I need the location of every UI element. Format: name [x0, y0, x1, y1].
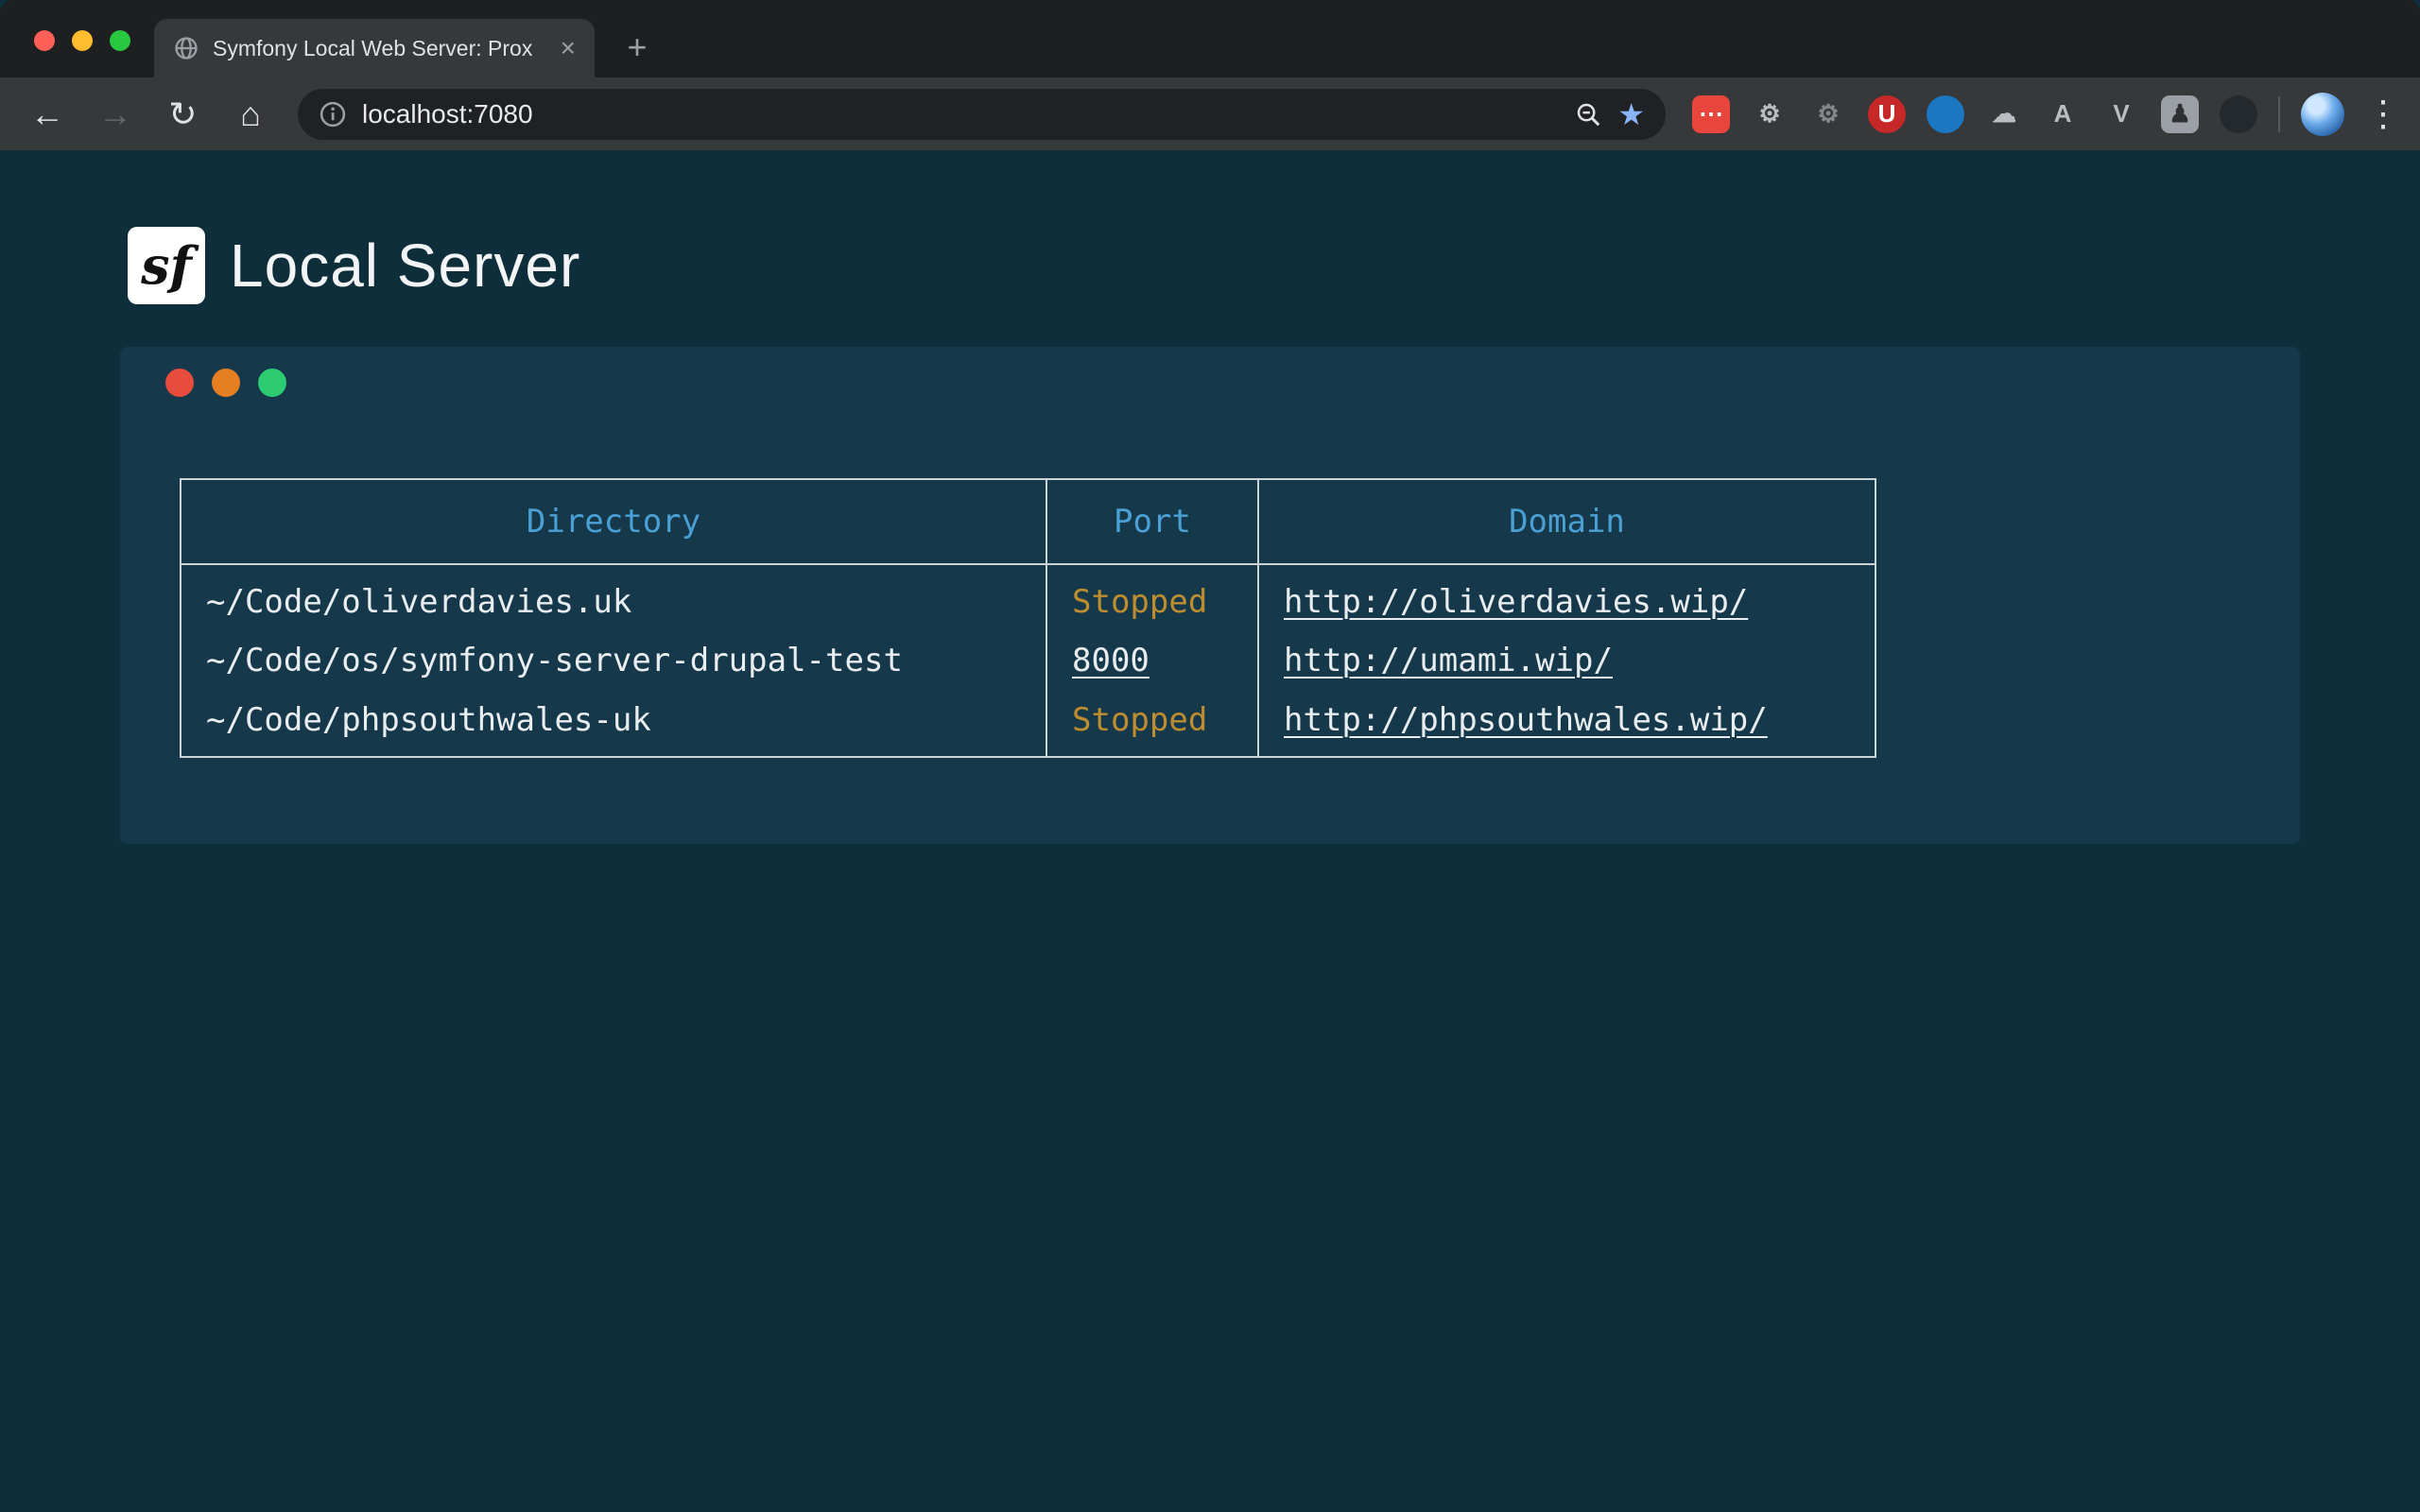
- window-controls: [34, 30, 130, 51]
- symfony-logo: sf: [128, 227, 205, 304]
- window-minimize-button[interactable]: [72, 30, 93, 51]
- extension-gear[interactable]: ⚙: [1751, 95, 1789, 133]
- home-icon[interactable]: ⌂: [230, 94, 271, 134]
- extensions-bar: ⋯ ⚙ ⚙ U ☁ AV ♟: [1692, 95, 2257, 133]
- new-tab-button[interactable]: +: [616, 26, 658, 68]
- column-header-domain: Domain: [1258, 479, 1876, 564]
- browser-window: Symfony Local Web Server: Prox × + ← → ↻…: [0, 0, 2420, 1512]
- extension-v-badge[interactable]: V: [2102, 95, 2140, 133]
- page-info-icon[interactable]: [319, 100, 347, 129]
- column-header-port: Port: [1046, 479, 1258, 564]
- domain-link[interactable]: http://umami.wip/: [1284, 642, 1613, 679]
- extension-cloud[interactable]: ☁: [1985, 95, 2023, 133]
- tab-strip: Symfony Local Web Server: Prox × +: [0, 0, 2420, 77]
- brand-header: sf Local Server: [128, 227, 2420, 304]
- panel-dot-orange: [212, 369, 240, 397]
- extension-ublock[interactable]: U: [1868, 95, 1906, 133]
- domain-link[interactable]: http://phpsouthwales.wip/: [1284, 701, 1768, 739]
- tab-close-icon[interactable]: ×: [561, 35, 576, 61]
- extension-a-badge[interactable]: A: [2044, 95, 2082, 133]
- globe-favicon-icon: [173, 35, 199, 61]
- profile-avatar[interactable]: [2301, 93, 2344, 136]
- port-status-cell: Stopped: [1046, 693, 1258, 757]
- page-content: sf Local Server Directory Port Domain: [0, 150, 2420, 844]
- extension-github[interactable]: [2220, 95, 2257, 133]
- extension-red-dots[interactable]: ⋯: [1692, 95, 1730, 133]
- table-row: ~/Code/os/symfony-server-drupal-test 800…: [181, 628, 1876, 693]
- extension-pawn-tile[interactable]: ♟: [2161, 95, 2199, 133]
- terminal-dots: [165, 369, 286, 397]
- directory-cell: ~/Code/os/symfony-server-drupal-test: [181, 628, 1046, 693]
- directory-cell: ~/Code/oliverdavies.uk: [181, 564, 1046, 628]
- toolbar-separator: [2278, 96, 2280, 132]
- url-text[interactable]: localhost:7080: [362, 99, 1559, 129]
- reload-icon[interactable]: ↻: [163, 94, 204, 134]
- page-title: Local Server: [230, 231, 580, 301]
- extension-cog-dark[interactable]: ⚙: [1809, 95, 1847, 133]
- tab-title: Symfony Local Web Server: Prox: [213, 36, 547, 61]
- port-link[interactable]: 8000: [1072, 642, 1150, 679]
- domain-link[interactable]: http://oliverdavies.wip/: [1284, 583, 1748, 621]
- address-bar[interactable]: localhost:7080 ★: [298, 89, 1666, 140]
- browser-tab[interactable]: Symfony Local Web Server: Prox ×: [154, 19, 595, 77]
- table-row: ~/Code/oliverdavies.uk Stopped http://ol…: [181, 564, 1876, 628]
- forward-icon[interactable]: →: [95, 94, 136, 134]
- toolbar-right-cluster: ⋯ ⚙ ⚙ U ☁ AV ♟ ⋮: [1692, 93, 2394, 136]
- window-zoom-button[interactable]: [110, 30, 130, 51]
- zoom-indicator-icon[interactable]: [1574, 100, 1602, 129]
- table-header-row: Directory Port Domain: [181, 479, 1876, 564]
- bookmark-star-icon[interactable]: ★: [1617, 99, 1645, 129]
- extension-blue-circle[interactable]: [1927, 95, 1964, 133]
- back-icon[interactable]: ←: [26, 94, 68, 134]
- port-status-cell: Stopped: [1046, 564, 1258, 628]
- server-panel: Directory Port Domain ~/Code/oliverdavie…: [120, 347, 2300, 844]
- servers-table: Directory Port Domain ~/Code/oliverdavie…: [180, 478, 1876, 758]
- browser-toolbar: ← → ↻ ⌂ localhost:7080 ★ ⋯ ⚙ ⚙ U ☁ AV ♟ ⋮: [0, 77, 2420, 150]
- column-header-directory: Directory: [181, 479, 1046, 564]
- panel-dot-green: [258, 369, 286, 397]
- window-close-button[interactable]: [34, 30, 55, 51]
- panel-dot-red: [165, 369, 194, 397]
- directory-cell: ~/Code/phpsouthwales-uk: [181, 693, 1046, 757]
- browser-menu-icon[interactable]: ⋮: [2365, 93, 2394, 135]
- table-row: ~/Code/phpsouthwales-uk Stopped http://p…: [181, 693, 1876, 757]
